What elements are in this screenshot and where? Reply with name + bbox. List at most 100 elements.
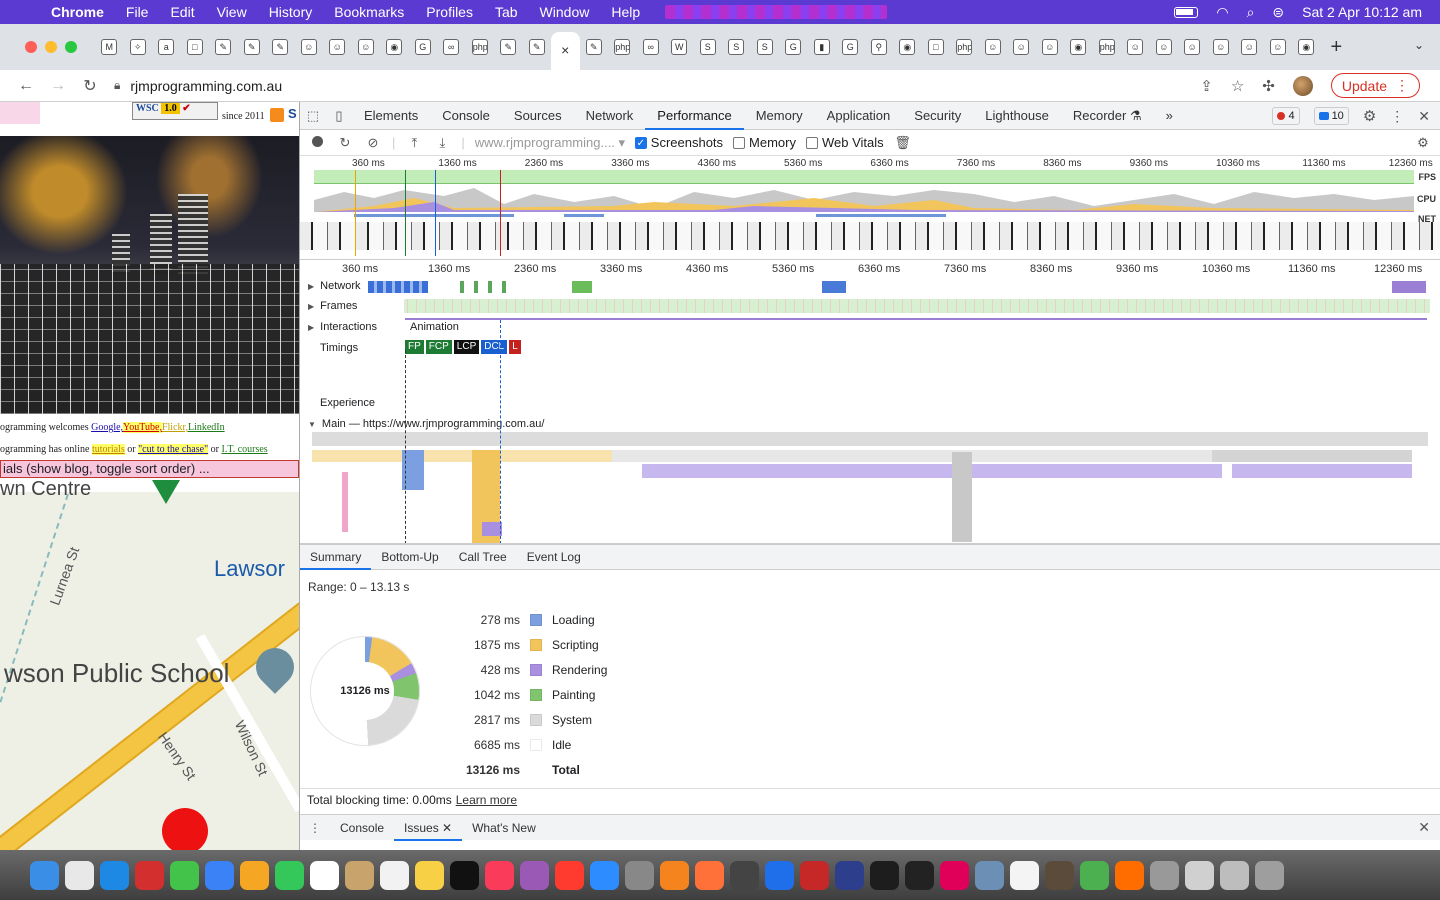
dock-calendar-icon[interactable]: [310, 860, 339, 890]
performance-timeline[interactable]: 360 ms 1360 ms 2360 ms 3360 ms 4360 ms 5360 m…: [300, 260, 1440, 544]
track-main[interactable]: ▼ Main — https://www.rjmprogramming.com.a…: [308, 418, 544, 430]
link-flickr[interactable]: Flickr,: [162, 422, 188, 433]
track-interactions[interactable]: ▶ Interactions: [308, 321, 377, 333]
browser-tab[interactable]: ∞: [637, 32, 666, 62]
menu-bookmarks[interactable]: Bookmarks: [323, 4, 415, 20]
browser-tab[interactable]: ×: [551, 32, 580, 70]
embedded-map[interactable]: wn Centre Lawsor Lurnea St wson Public S…: [0, 478, 299, 850]
menu-history[interactable]: History: [258, 4, 324, 20]
browser-tab[interactable]: ☺: [1121, 32, 1150, 62]
battery-icon[interactable]: [1174, 6, 1199, 18]
browser-tab[interactable]: ☺: [323, 32, 352, 62]
extensions-icon[interactable]: ✣: [1262, 77, 1275, 95]
dock-bbedit-icon[interactable]: [835, 860, 864, 890]
devtools-settings-icon[interactable]: ⚙: [1363, 107, 1376, 125]
browser-tab[interactable]: ☺: [1150, 32, 1179, 62]
network-request-bar[interactable]: [822, 281, 846, 293]
dock-textedit-icon[interactable]: [1010, 860, 1039, 890]
more-tabs-icon[interactable]: »: [1154, 102, 1185, 130]
dock-preview-icon[interactable]: [975, 860, 1004, 890]
dock-firefox-icon[interactable]: [695, 860, 724, 890]
capture-settings-icon[interactable]: ⚙: [1414, 135, 1432, 151]
dock-finder-icon[interactable]: [30, 860, 59, 890]
browser-tab[interactable]: php: [1093, 32, 1122, 62]
inspect-element-icon[interactable]: ⬚: [300, 108, 326, 124]
timing-marker[interactable]: LCP: [453, 340, 480, 354]
reload-icon[interactable]: ↻: [74, 76, 106, 96]
track-network[interactable]: ▶ Network: [308, 280, 361, 292]
menu-window[interactable]: Window: [529, 4, 601, 20]
dock-documents-icon[interactable]: [1185, 860, 1214, 890]
dock-xcode-icon[interactable]: [765, 860, 794, 890]
browser-tab[interactable]: G: [409, 32, 438, 62]
drawer-tab[interactable]: Issues ✕: [394, 815, 463, 841]
dock-reminders-icon[interactable]: [380, 860, 409, 890]
browser-tab[interactable]: ☺: [1264, 32, 1293, 62]
drawer-tab[interactable]: What's New: [462, 815, 546, 841]
devtools-tab[interactable]: Sources: [502, 102, 574, 130]
browser-tab[interactable]: S: [722, 32, 751, 62]
browser-tab[interactable]: ✧: [124, 32, 153, 62]
link-cut-to-the-chase[interactable]: "cut to the chase": [138, 444, 209, 455]
learn-more-link[interactable]: Learn more: [456, 793, 517, 807]
profile-select[interactable]: www.rjmprogramming.... ▾: [475, 135, 625, 151]
details-tab[interactable]: Bottom-Up: [371, 544, 448, 570]
drawer-menu-icon[interactable]: ⋮: [300, 821, 330, 835]
browser-tab[interactable]: ✎: [494, 32, 523, 62]
dock-gimp-icon[interactable]: [1045, 860, 1074, 890]
dock-filezilla-icon[interactable]: [800, 860, 829, 890]
dock-tv-icon[interactable]: [450, 860, 479, 890]
link-google[interactable]: Google,: [91, 422, 123, 433]
dock-podcasts-icon[interactable]: [520, 860, 549, 890]
details-tab[interactable]: Event Log: [517, 544, 591, 570]
browser-tab[interactable]: ◉: [1064, 32, 1093, 62]
tab-search-button[interactable]: ⌄: [1414, 38, 1424, 52]
devtools-tab[interactable]: Application: [815, 102, 903, 130]
upload-profile-icon[interactable]: ⤒: [405, 135, 423, 151]
back-icon[interactable]: ←: [10, 77, 42, 95]
web-page-viewport[interactable]: WSC 1.0 ✔ since 2011 S ogramming welcome…: [0, 102, 300, 850]
timing-marker[interactable]: FP: [405, 340, 424, 354]
performance-overview[interactable]: 360 ms 1360 ms 2360 ms 3360 ms 4360 ms 5360 m…: [300, 156, 1440, 260]
browser-tab[interactable]: ◉: [380, 32, 409, 62]
control-center-icon[interactable]: ⊜: [1272, 4, 1284, 21]
details-tab[interactable]: Call Tree: [449, 544, 517, 570]
close-window-button[interactable]: [25, 41, 37, 53]
browser-tab[interactable]: □: [922, 32, 951, 62]
menubar-clock[interactable]: Sat 2 Apr 10:12 am: [1302, 4, 1422, 20]
browser-tab[interactable]: ✎: [238, 32, 267, 62]
dock-music-icon[interactable]: [485, 860, 514, 890]
s-icon[interactable]: S: [288, 106, 297, 121]
network-request-bar[interactable]: [450, 281, 510, 293]
devtools-tab[interactable]: Elements: [352, 102, 430, 130]
browser-tab[interactable]: ✎: [209, 32, 238, 62]
device-toolbar-icon[interactable]: ▯: [326, 108, 352, 124]
link-youtube[interactable]: YouTube,: [123, 422, 162, 433]
wifi-icon[interactable]: ◠: [1216, 4, 1228, 21]
forward-icon[interactable]: →: [42, 77, 74, 95]
browser-tab[interactable]: php: [608, 32, 637, 62]
fullscreen-window-button[interactable]: [65, 41, 77, 53]
dock-blender-icon[interactable]: [660, 860, 689, 890]
timing-marker[interactable]: FCP: [425, 340, 452, 354]
network-request-bar[interactable]: [1392, 281, 1426, 293]
devtools-tab[interactable]: Security: [902, 102, 973, 130]
browser-tab[interactable]: G: [779, 32, 808, 62]
browser-tab[interactable]: ◉: [893, 32, 922, 62]
browser-tab[interactable]: ☺: [1036, 32, 1065, 62]
rss-icon[interactable]: [270, 108, 284, 122]
timing-marker[interactable]: DCL: [481, 340, 508, 354]
download-profile-icon[interactable]: ⤓: [433, 135, 451, 151]
browser-tab[interactable]: ✎: [266, 32, 295, 62]
w3c-badge[interactable]: WSC 1.0 ✔: [132, 102, 218, 120]
dock-app-store-icon[interactable]: [590, 860, 619, 890]
browser-tab[interactable]: php: [950, 32, 979, 62]
network-request-bar[interactable]: [572, 281, 592, 293]
lock-icon[interactable]: 🔒︎: [114, 78, 120, 93]
share-icon[interactable]: ⇪: [1200, 77, 1213, 95]
browser-tab[interactable]: S: [751, 32, 780, 62]
clear-icon[interactable]: ⊘: [364, 135, 382, 151]
memory-checkbox[interactable]: Memory: [733, 135, 796, 150]
browser-tab[interactable]: ☺: [1007, 32, 1036, 62]
menu-app-name[interactable]: Chrome: [40, 4, 115, 20]
